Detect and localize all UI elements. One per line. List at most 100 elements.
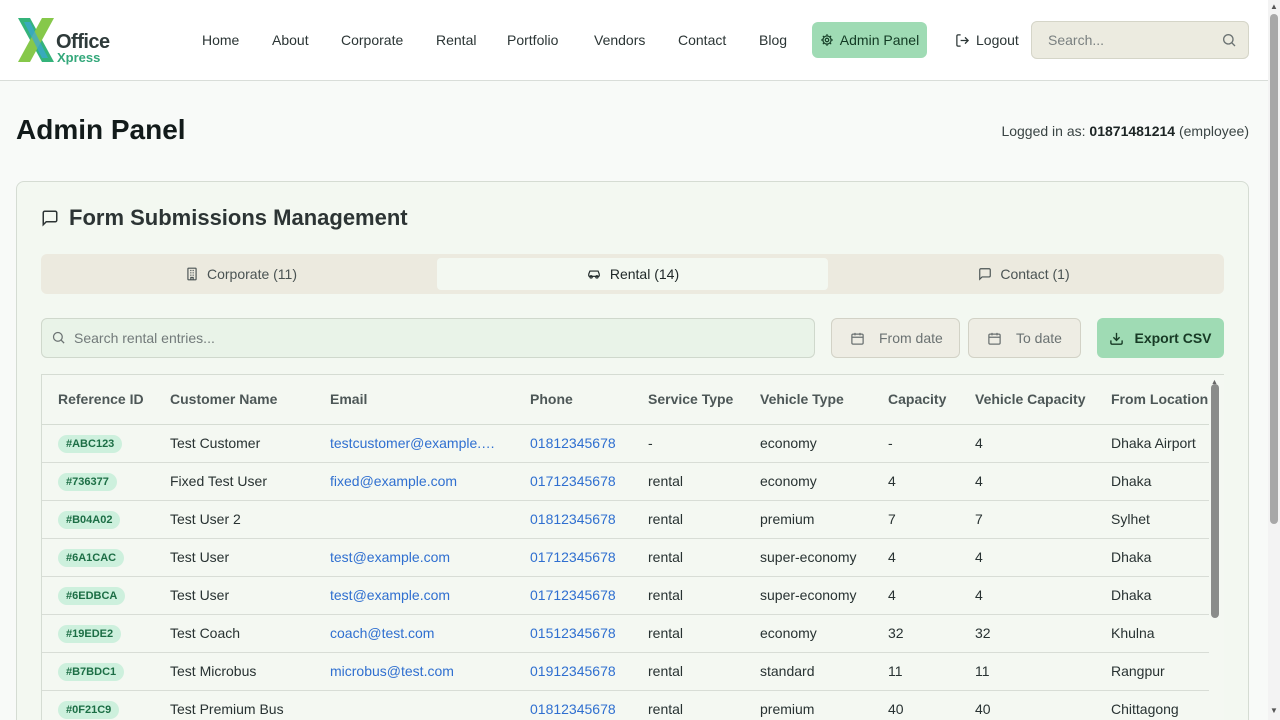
cell-email[interactable]: fixed@example.com xyxy=(314,462,514,501)
table-row[interactable]: #ABC123 Test Customer testcustomer@example… xyxy=(42,424,1209,463)
col-vehicle-capacity[interactable]: Vehicle Capacity xyxy=(959,375,1095,425)
brand-logo[interactable]: Office Xpress xyxy=(16,16,112,65)
cell-service-type: rental xyxy=(632,614,744,653)
table-header-row: Reference ID Customer Name Email Phone S… xyxy=(42,375,1209,425)
to-date-button[interactable]: To date xyxy=(968,318,1081,358)
cell-email[interactable]: testcustomer@example.… xyxy=(314,424,514,463)
cell-email[interactable]: test@example.com xyxy=(314,538,514,577)
cell-capacity: 4 xyxy=(872,538,959,577)
table-row[interactable]: #B04A02 Test User 2 01812345678 rental premi… xyxy=(42,500,1209,539)
nav-vendors[interactable]: Vendors xyxy=(594,32,645,48)
logged-in-info: Logged in as: 01871481214 (employee) xyxy=(1001,123,1249,139)
cell-vehicle-type: economy xyxy=(744,614,872,653)
cell-reference-id: #0F21C9 xyxy=(42,690,154,720)
col-service-type[interactable]: Service Type xyxy=(632,375,744,425)
rental-table-container[interactable]: Reference ID Customer Name Email Phone S… xyxy=(41,374,1224,720)
cell-customer-name: Test Customer xyxy=(154,424,314,463)
cell-phone[interactable]: 01812345678 xyxy=(514,424,632,463)
export-csv-button[interactable]: Export CSV xyxy=(1097,318,1224,358)
cell-reference-id: #19EDE2 xyxy=(42,614,154,653)
table-row[interactable]: #0F21C9 Test Premium Bus 01812345678 rental… xyxy=(42,690,1209,720)
table-row[interactable]: #6A1CAC Test User test@example.com 01712345… xyxy=(42,538,1209,577)
admin-panel-button[interactable]: Admin Panel xyxy=(812,22,927,58)
cell-email[interactable] xyxy=(314,500,514,539)
table-scrollbar[interactable] xyxy=(1211,384,1219,618)
cell-email[interactable]: coach@test.com xyxy=(314,614,514,653)
cell-from-location: Dhaka xyxy=(1095,576,1209,615)
cell-vehicle-capacity: 40 xyxy=(959,690,1095,720)
tab-contact[interactable]: Contact (1) xyxy=(828,258,1220,290)
rental-search-input[interactable] xyxy=(74,319,804,357)
reference-badge: #B7BDC1 xyxy=(58,662,125,681)
table-row[interactable]: #19EDE2 Test Coach coach@test.com 015123456… xyxy=(42,614,1209,653)
cell-customer-name: Fixed Test User xyxy=(154,462,314,501)
logo-text-xpress: Xpress xyxy=(57,50,101,65)
reference-badge: #B04A02 xyxy=(58,510,121,529)
cell-email[interactable]: microbus@test.com xyxy=(314,652,514,691)
cell-capacity: - xyxy=(872,424,959,463)
logged-in-user: 01871481214 xyxy=(1089,123,1176,139)
logo-x-mark xyxy=(18,18,54,62)
cell-vehicle-type: super-economy xyxy=(744,576,872,615)
col-email[interactable]: Email xyxy=(314,375,514,425)
search-icon[interactable] xyxy=(1221,32,1237,48)
calendar-icon xyxy=(851,332,864,345)
nav-about[interactable]: About xyxy=(272,32,309,48)
nav-rental[interactable]: Rental xyxy=(436,32,476,48)
search-icon xyxy=(52,331,65,344)
cell-vehicle-capacity: 4 xyxy=(959,538,1095,577)
cell-phone[interactable]: 01912345678 xyxy=(514,652,632,691)
cell-phone[interactable]: 01512345678 xyxy=(514,614,632,653)
logout-button[interactable]: Logout xyxy=(955,22,1019,58)
nav-blog[interactable]: Blog xyxy=(759,32,787,48)
cell-email[interactable]: test@example.com xyxy=(314,576,514,615)
card-title: Form Submissions Management xyxy=(41,205,408,231)
cell-service-type: rental xyxy=(632,690,744,720)
site-search-input[interactable] xyxy=(1032,22,1212,58)
cell-phone[interactable]: 01812345678 xyxy=(514,690,632,720)
cell-vehicle-type: economy xyxy=(744,462,872,501)
cell-vehicle-type: economy xyxy=(744,424,872,463)
cell-phone[interactable]: 01712345678 xyxy=(514,538,632,577)
cell-from-location: Chittagong xyxy=(1095,690,1209,720)
col-phone[interactable]: Phone xyxy=(514,375,632,425)
logout-label: Logout xyxy=(976,32,1019,48)
tab-contact-label: Contact (1) xyxy=(1000,266,1070,282)
cell-vehicle-capacity: 32 xyxy=(959,614,1095,653)
top-header: Office Xpress Home About Corporate Renta… xyxy=(0,0,1280,81)
nav-corporate[interactable]: Corporate xyxy=(341,32,403,48)
page-scroll-down-arrow[interactable]: ▼ xyxy=(1270,706,1278,715)
tab-corporate[interactable]: Corporate (11) xyxy=(45,258,437,290)
cell-capacity: 40 xyxy=(872,690,959,720)
cell-from-location: Khulna xyxy=(1095,614,1209,653)
col-vehicle-type[interactable]: Vehicle Type xyxy=(744,375,872,425)
cell-reference-id: #ABC123 xyxy=(42,424,154,463)
col-capacity[interactable]: Capacity xyxy=(872,375,959,425)
rental-table: Reference ID Customer Name Email Phone S… xyxy=(42,375,1209,720)
nav-portfolio[interactable]: Portfolio xyxy=(507,32,558,48)
cell-email[interactable] xyxy=(314,690,514,720)
page-scrollbar-thumb[interactable] xyxy=(1270,14,1278,524)
tab-rental[interactable]: Rental (14) xyxy=(437,258,828,290)
nav-home[interactable]: Home xyxy=(202,32,239,48)
cell-vehicle-capacity: 4 xyxy=(959,424,1095,463)
table-row[interactable]: #6EDBCA Test User test@example.com 01712345… xyxy=(42,576,1209,615)
table-row[interactable]: #736377 Fixed Test User fixed@example.com 0… xyxy=(42,462,1209,501)
cell-phone[interactable]: 01712345678 xyxy=(514,462,632,501)
cell-service-type: rental xyxy=(632,652,744,691)
from-date-button[interactable]: From date xyxy=(831,318,960,358)
nav-contact[interactable]: Contact xyxy=(678,32,726,48)
message-square-icon xyxy=(42,210,58,227)
cell-service-type: rental xyxy=(632,576,744,615)
col-customer-name[interactable]: Customer Name xyxy=(154,375,314,425)
col-reference-id[interactable]: Reference ID xyxy=(42,375,154,425)
cell-service-type: rental xyxy=(632,500,744,539)
submission-tabs: Corporate (11) Rental (14) Contact (1) xyxy=(41,254,1224,294)
cell-from-location: Rangpur xyxy=(1095,652,1209,691)
col-from-location[interactable]: From Location xyxy=(1095,375,1209,425)
cell-phone[interactable]: 01712345678 xyxy=(514,576,632,615)
cell-phone[interactable]: 01812345678 xyxy=(514,500,632,539)
table-row[interactable]: #B7BDC1 Test Microbus microbus@test.com 019… xyxy=(42,652,1209,691)
cell-service-type: - xyxy=(632,424,744,463)
page-scroll-up-arrow[interactable]: ▲ xyxy=(1270,2,1278,11)
